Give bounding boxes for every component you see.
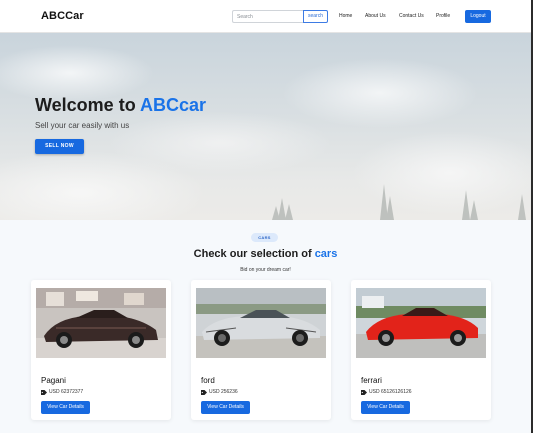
car-image-ford <box>196 288 326 358</box>
section-subtitle: Bid on your dream car! <box>240 267 291 273</box>
car-price-value: USD 62372377 <box>49 389 84 395</box>
car-card-ferrari: ferrari USD 65126126126 View Car Details <box>351 280 491 420</box>
hero-subtitle: Sell your car easily with us <box>35 121 130 130</box>
hero-title-prefix: Welcome to <box>35 95 141 115</box>
car-card-pagani: Pagani USD 62372377 View Car Details <box>31 280 171 420</box>
hero-title: Welcome to ABCcar <box>35 95 206 116</box>
nav-home[interactable]: Home <box>339 13 352 19</box>
nav-about-us[interactable]: About Us <box>365 13 386 19</box>
section-badge: CARS <box>251 233 278 242</box>
navbar: ABCCar search Home About Us Contact Us P… <box>0 0 531 33</box>
hero-title-accent: ABCcar <box>140 95 207 115</box>
car-photo-ferrari <box>356 288 486 358</box>
car-photo-pagani <box>36 288 166 358</box>
car-name: ford <box>201 376 215 385</box>
car-price-value: USD 256236 <box>209 389 238 395</box>
logout-button[interactable]: Logout <box>465 10 491 23</box>
view-car-details-button[interactable]: View Car Details <box>201 401 250 414</box>
section-title-accent: cars <box>314 248 338 260</box>
sell-now-button[interactable]: SELL NOW <box>35 139 84 154</box>
price-tag-icon <box>41 389 47 395</box>
nav-profile[interactable]: Profile <box>436 13 450 19</box>
hero-banner: Welcome to ABCcar Sell your car easily w… <box>0 33 531 220</box>
page: ABCCar search Home About Us Contact Us P… <box>0 0 531 433</box>
price-tag-icon <box>201 389 207 395</box>
car-photo-ford <box>196 288 326 358</box>
price-tag-icon <box>361 389 367 395</box>
view-car-details-button[interactable]: View Car Details <box>41 401 90 414</box>
section-title-prefix: Check our selection of <box>193 248 315 260</box>
section-title: Check our selection of cars <box>0 248 531 260</box>
search-button[interactable]: search <box>303 10 328 23</box>
car-price: USD 65126126126 <box>361 389 412 395</box>
car-price: USD 256236 <box>201 389 238 395</box>
car-image-pagani <box>36 288 166 358</box>
car-image-ferrari <box>356 288 486 358</box>
brand-logo[interactable]: ABCCar <box>41 10 84 22</box>
search-input[interactable] <box>232 10 303 23</box>
view-car-details-button[interactable]: View Car Details <box>361 401 410 414</box>
car-card-ford: ford USD 256236 View Car Details <box>191 280 331 420</box>
car-name: ferrari <box>361 376 382 385</box>
nav-contact-us[interactable]: Contact Us <box>399 13 424 19</box>
car-price: USD 62372377 <box>41 389 83 395</box>
hero-background-trees <box>272 184 526 220</box>
car-price-value: USD 65126126126 <box>369 389 412 395</box>
car-name: Pagani <box>41 376 66 385</box>
